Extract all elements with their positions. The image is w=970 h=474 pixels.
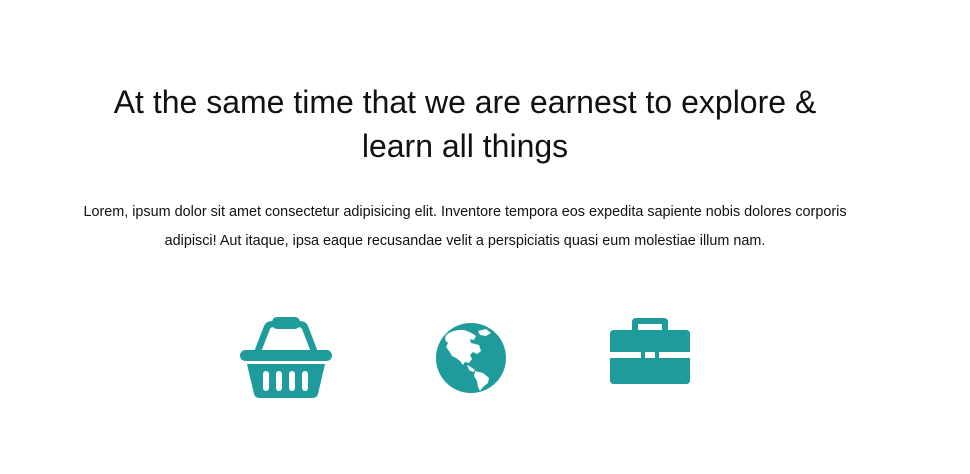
hero-heading-line-2: learn all things xyxy=(361,128,569,164)
briefcase-icon xyxy=(608,316,692,388)
hero-description: Lorem, ipsum dolor sit amet consectetur … xyxy=(0,198,930,256)
globe-americas-icon xyxy=(434,321,508,395)
hero-description-line-2: adipisci! Aut itaque, ipsa eaque recusan… xyxy=(164,233,766,249)
hero-heading: At the same time that we are earnest to … xyxy=(0,80,930,168)
hero-section: At the same time that we are earnest to … xyxy=(0,0,970,474)
shopping-basket-icon xyxy=(238,316,334,400)
hero-description-line-1: Lorem, ipsum dolor sit amet consectetur … xyxy=(83,204,847,220)
hero-heading-line-1: At the same time that we are earnest to … xyxy=(113,84,817,120)
